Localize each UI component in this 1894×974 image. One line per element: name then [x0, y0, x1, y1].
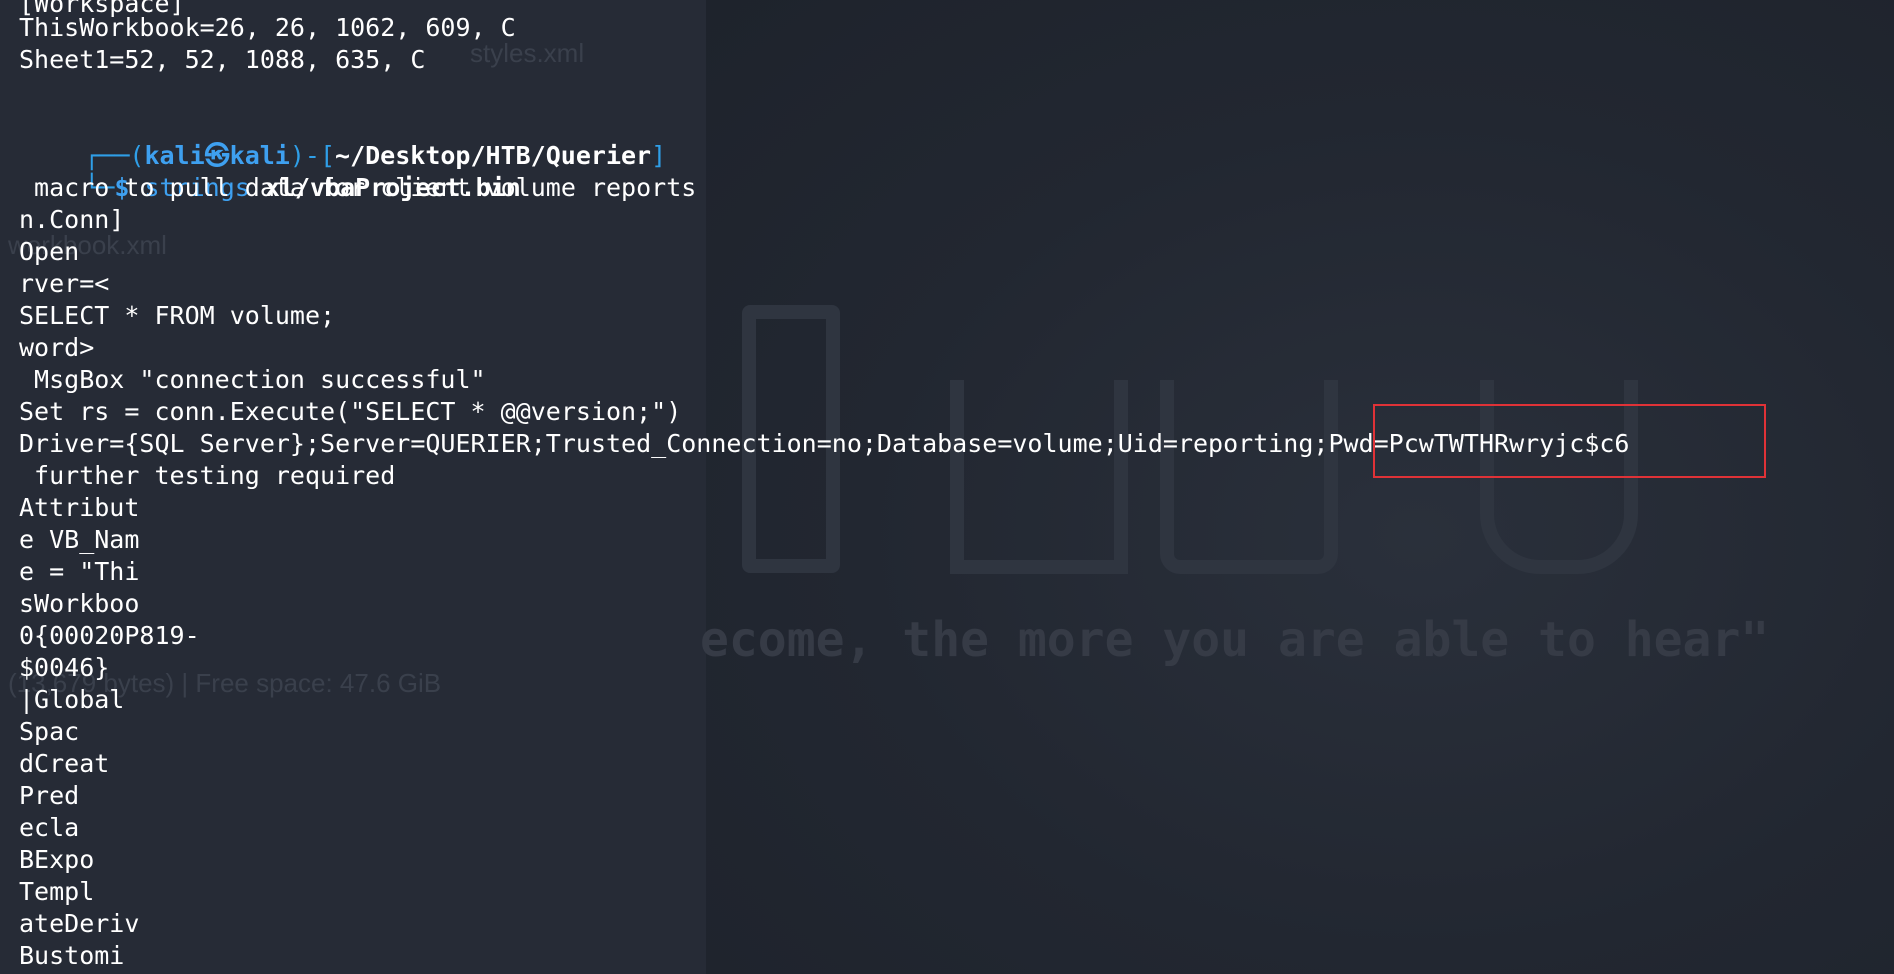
output-line: dCreat — [19, 749, 110, 778]
output-line: Pred — [19, 781, 80, 810]
output-line: 0{00020P819- — [19, 621, 200, 650]
output-line: |Global — [19, 685, 125, 714]
output-line: Templ — [19, 877, 95, 906]
output-line: SELECT * FROM volume; — [19, 301, 336, 330]
output-line: macro to pull data for client volume rep… — [19, 173, 697, 202]
output-line: BExpo — [19, 845, 95, 874]
output-line: Bustomi — [19, 941, 125, 970]
output-line: sWorkboo — [19, 589, 140, 618]
terminal-window[interactable]: [Workspace] ThisWorkbook=26, 26, 1062, 6… — [0, 0, 1894, 974]
prompt-frame: ] — [651, 141, 667, 170]
output-line: $0046} — [19, 653, 110, 682]
output-line: ecla — [19, 813, 80, 842]
output-line: Open — [19, 237, 80, 266]
output-line: rver=< — [19, 269, 110, 298]
output-line: Set rs = conn.Execute("SELECT * @@versio… — [19, 397, 682, 426]
output-line: e VB_Nam — [19, 525, 140, 554]
output-line: ateDeriv — [19, 909, 140, 938]
prompt-line: ┌──(kali㉿kali)-[~/Desktop/HTB/Querier] — [24, 108, 666, 170]
output-line: ThisWorkbook=26, 26, 1062, 609, C — [19, 13, 516, 42]
command-line[interactable]: └─$ strings xl/vbaProject.bin — [24, 140, 521, 202]
output-line: e = "Thi — [19, 557, 140, 586]
output-line: MsgBox "connection successful" — [19, 365, 486, 394]
output-line: Sheet1=52, 52, 1088, 635, C — [19, 45, 426, 74]
password-highlight-box — [1373, 404, 1766, 478]
output-line: Spac — [19, 717, 80, 746]
output-line: n.Conn] — [19, 205, 125, 234]
output-line: further testing required — [19, 461, 396, 490]
output-line: Attribut — [19, 493, 140, 522]
output-line: word> — [19, 333, 95, 362]
